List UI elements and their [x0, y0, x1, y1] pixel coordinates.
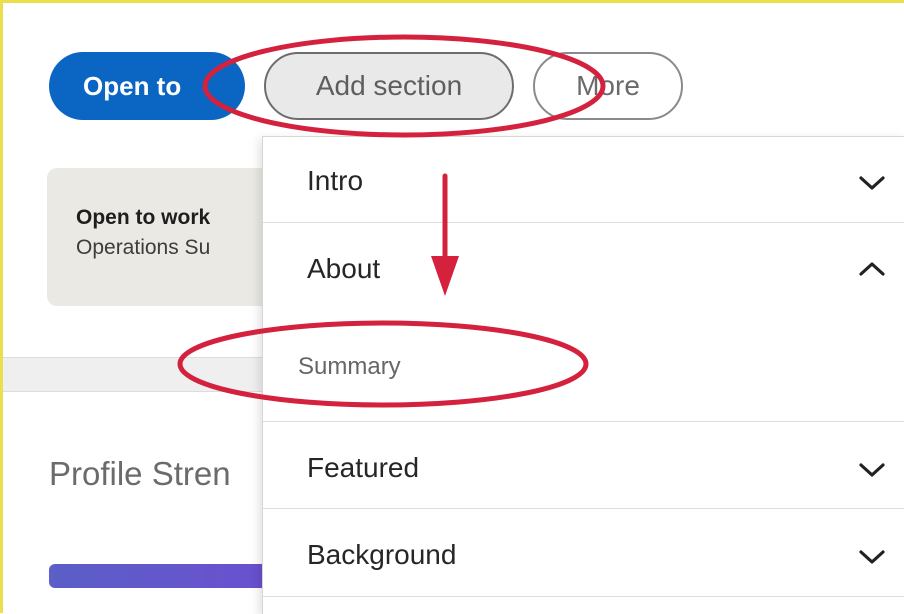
section-divider — [3, 357, 283, 392]
menu-item-intro[interactable]: Intro — [263, 137, 904, 223]
menu-item-label: About — [307, 253, 381, 284]
menu-item-background[interactable]: Background — [263, 509, 904, 597]
menu-item-featured[interactable]: Featured — [263, 422, 904, 509]
profile-strength-meter — [49, 564, 289, 588]
menu-item-label: Featured — [307, 452, 420, 483]
menu-item-label: Intro — [307, 165, 364, 196]
more-label: More — [576, 70, 640, 101]
chevron-down-icon — [859, 176, 885, 190]
chevron-down-icon — [859, 463, 885, 477]
chevron-down-icon — [859, 550, 885, 564]
menu-subitem-summary[interactable]: Summary — [298, 353, 401, 381]
add-section-label: Add section — [315, 70, 463, 101]
menu-item-label: Background — [307, 539, 457, 570]
menu-item-about[interactable]: About Summary — [263, 223, 904, 422]
add-section-dropdown: Intro About Summary Featured Background — [262, 136, 904, 614]
open-to-button[interactable]: Open to — [49, 52, 245, 120]
chevron-up-icon — [859, 262, 885, 276]
more-button[interactable]: More — [533, 52, 683, 120]
profile-strength-label: Profile Stren — [49, 455, 231, 492]
open-to-label: Open to — [83, 70, 182, 101]
add-section-button[interactable]: Add section — [264, 52, 514, 120]
